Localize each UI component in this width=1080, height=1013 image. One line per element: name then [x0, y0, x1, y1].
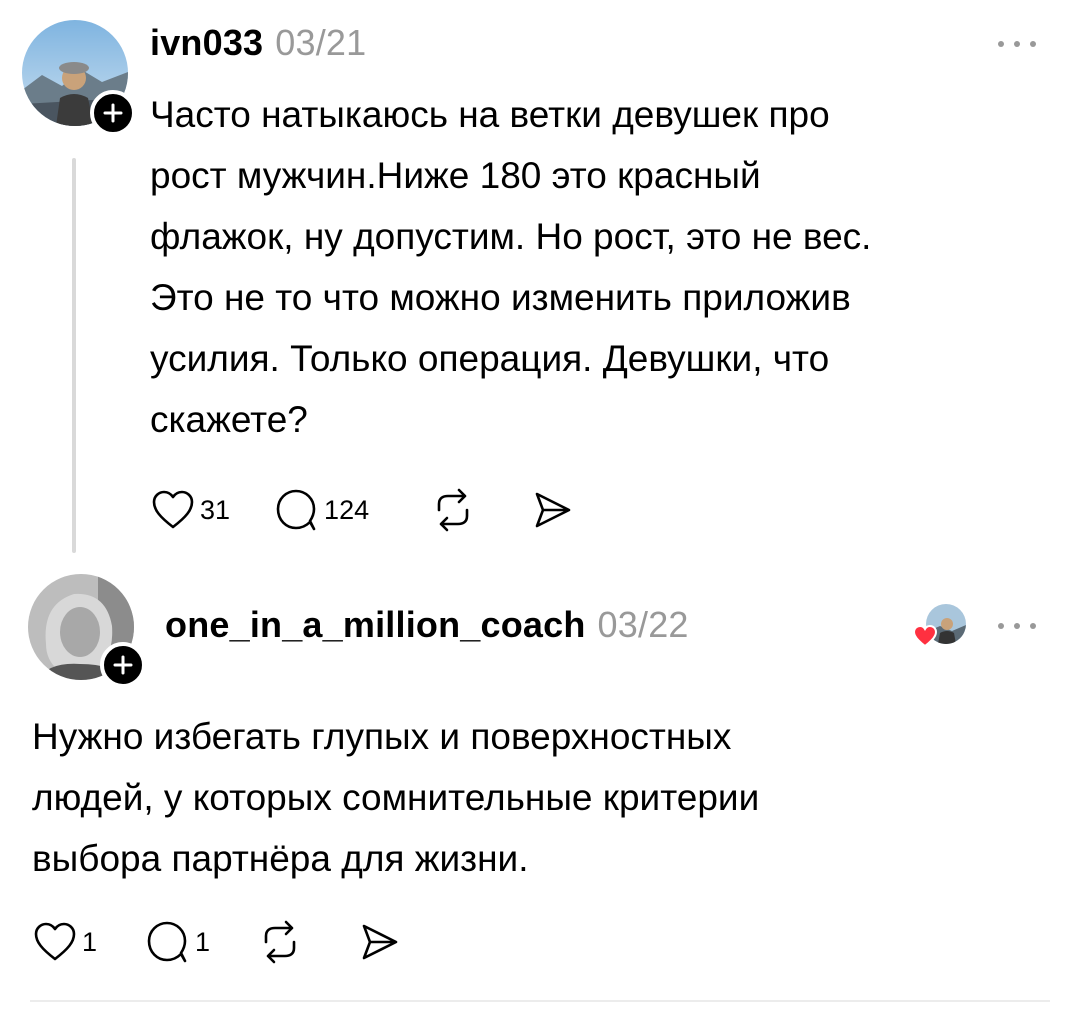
post-divider [30, 1000, 1050, 1002]
post-date: 03/21 [275, 22, 367, 63]
more-options-button[interactable] [998, 620, 1042, 632]
heart-outline-icon [152, 490, 194, 529]
comment-count: 1 [195, 926, 211, 957]
like-button[interactable]: 1 [32, 921, 97, 963]
post-author[interactable]: one_in_a_million_coach 03/22 [165, 604, 689, 646]
username[interactable]: one_in_a_million_coach [165, 604, 586, 645]
like-count: 1 [82, 926, 98, 957]
comment-count: 124 [324, 494, 370, 525]
comment-bubble-icon [147, 921, 187, 963]
post-date: 03/22 [597, 604, 689, 645]
follow-button[interactable] [90, 90, 136, 136]
comment-bubble-icon [276, 489, 316, 531]
repost-button[interactable] [258, 920, 302, 964]
like-count: 31 [200, 494, 231, 525]
post-actions: 31 124 [150, 488, 573, 532]
share-button[interactable] [531, 490, 573, 530]
comment-button[interactable]: 1 [145, 920, 210, 964]
plus-icon [103, 103, 123, 123]
post-author[interactable]: ivn033 03/21 [150, 22, 366, 64]
post-one-in-a-million-coach: one_in_a_million_coach 03/22 Нужно избега… [0, 560, 1080, 1013]
like-button[interactable]: 31 [150, 489, 230, 531]
username[interactable]: ivn033 [150, 22, 263, 63]
follow-button[interactable] [100, 642, 146, 688]
heart-filled-icon [912, 624, 938, 648]
repost-icon [264, 920, 296, 964]
post-ivn033: ivn033 03/21 Часто натыкаюсь на ветки дев… [0, 0, 1080, 560]
send-icon [535, 492, 571, 528]
send-icon [362, 924, 398, 960]
plus-icon [113, 655, 133, 675]
thread-line [72, 158, 76, 553]
post-text: Нужно избегать глупых и поверхностных лю… [32, 716, 760, 879]
comment-button[interactable]: 124 [274, 488, 369, 532]
post-actions: 1 1 [32, 920, 400, 964]
share-button[interactable] [358, 922, 400, 962]
more-options-button[interactable] [998, 38, 1042, 50]
repost-button[interactable] [431, 488, 475, 532]
repost-icon [437, 488, 469, 532]
heart-outline-icon [34, 922, 76, 961]
post-text: Часто натыкаюсь на ветки девушек про рос… [150, 94, 872, 440]
